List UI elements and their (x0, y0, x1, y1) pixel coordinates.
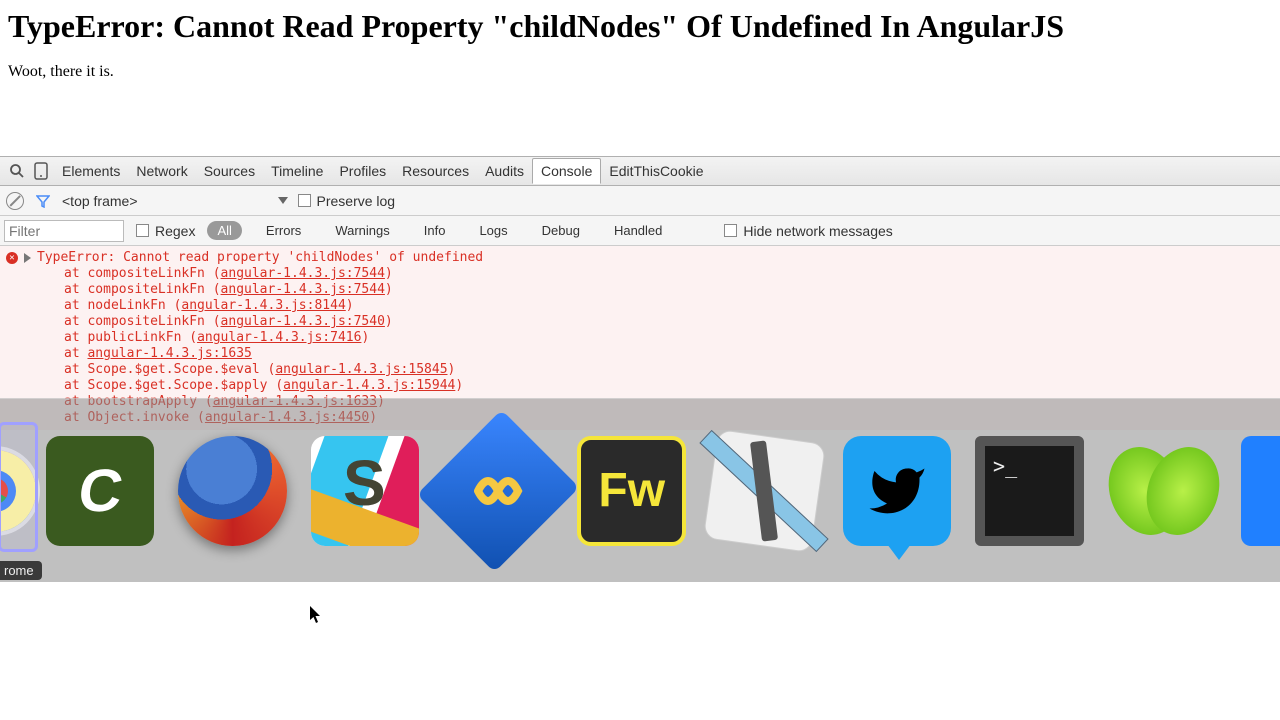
dock-app-slack[interactable]: S (311, 436, 419, 546)
stack-link[interactable]: angular-1.4.3.js:7544 (221, 282, 385, 297)
mouse-cursor (310, 606, 322, 624)
error-icon: ✕ (6, 252, 18, 264)
stack-link[interactable]: angular-1.4.3.js:8144 (181, 298, 345, 313)
clear-console-icon[interactable] (6, 192, 24, 210)
dock-app-chrome[interactable] (0, 446, 40, 536)
page-body-text: Woot, there it is. (8, 63, 1272, 81)
level-info[interactable]: Info (414, 221, 456, 240)
level-handled[interactable]: Handled (604, 221, 672, 240)
error-message: TypeError: Cannot read property 'childNo… (37, 250, 483, 266)
search-icon[interactable] (6, 160, 28, 182)
dock-app-label: rome (0, 561, 42, 580)
level-logs[interactable]: Logs (469, 221, 517, 240)
dock-app-terminal[interactable]: >_ (975, 436, 1084, 546)
device-icon[interactable] (30, 160, 52, 182)
stack-link[interactable]: angular-1.4.3.js:7544 (221, 266, 385, 281)
page-title: TypeError: Cannot Read Property "childNo… (8, 8, 1272, 45)
chevron-down-icon (278, 197, 288, 204)
tab-editthiscookie[interactable]: EditThisCookie (601, 159, 711, 183)
expand-icon[interactable] (24, 253, 31, 263)
level-errors[interactable]: Errors (256, 221, 311, 240)
stack-link[interactable]: angular-1.4.3.js:1635 (87, 346, 251, 361)
tab-timeline[interactable]: Timeline (263, 159, 331, 183)
hide-network-label: Hide network messages (743, 223, 892, 239)
tab-console[interactable]: Console (532, 158, 601, 184)
stack-link[interactable]: angular-1.4.3.js:15845 (275, 362, 447, 377)
checkbox-icon (298, 194, 311, 207)
filter-funnel-icon[interactable] (34, 192, 52, 210)
devtools-tab-bar: ElementsNetworkSourcesTimelineProfilesRe… (0, 156, 1280, 186)
checkbox-icon (724, 224, 737, 237)
tab-sources[interactable]: Sources (196, 159, 263, 183)
dock-app-camtasia[interactable]: C (46, 436, 154, 546)
level-debug[interactable]: Debug (532, 221, 590, 240)
regex-label: Regex (155, 223, 195, 239)
level-warnings[interactable]: Warnings (325, 221, 399, 240)
dock-app-limechat[interactable] (1108, 436, 1216, 546)
devtools-panel: ElementsNetworkSourcesTimelineProfilesRe… (0, 156, 1280, 430)
filter-input[interactable] (4, 220, 124, 242)
tab-network[interactable]: Network (128, 159, 195, 183)
console-toolbar-2: Regex All Errors Warnings Info Logs Debug Hand… (0, 216, 1280, 246)
dock-app-wispr[interactable] (443, 436, 553, 546)
frame-selector-label: <top frame> (62, 193, 138, 209)
stack-link[interactable]: angular-1.4.3.js:7540 (221, 314, 385, 329)
level-all[interactable]: All (207, 221, 241, 240)
stack-frame: at angular-1.4.3.js:1635 (64, 346, 1280, 362)
stack-frame: at compositeLinkFn (angular-1.4.3.js:754… (64, 266, 1280, 282)
tab-audits[interactable]: Audits (477, 159, 532, 183)
tab-elements[interactable]: Elements (54, 159, 128, 183)
stack-frame: at publicLinkFn (angular-1.4.3.js:7416) (64, 330, 1280, 346)
dock-app-firefox[interactable] (178, 436, 286, 546)
tab-profiles[interactable]: Profiles (331, 159, 394, 183)
stack-link[interactable]: angular-1.4.3.js:15944 (283, 378, 455, 393)
stack-frame: at Scope.$get.Scope.$eval (angular-1.4.3… (64, 362, 1280, 378)
stack-link[interactable]: angular-1.4.3.js:7416 (197, 330, 361, 345)
tab-resources[interactable]: Resources (394, 159, 477, 183)
stack-frame: at compositeLinkFn (angular-1.4.3.js:754… (64, 314, 1280, 330)
dock-app-partial[interactable] (1241, 436, 1280, 546)
regex-toggle[interactable]: Regex (136, 223, 195, 239)
stack-frame: at compositeLinkFn (angular-1.4.3.js:754… (64, 282, 1280, 298)
hide-network-toggle[interactable]: Hide network messages (724, 223, 892, 239)
dock-app-fireworks[interactable]: Fw (577, 436, 686, 546)
macos-dock: C S Fw >_ (0, 398, 1280, 582)
dock-app-xcode[interactable] (703, 428, 826, 552)
stack-frame: at nodeLinkFn (angular-1.4.3.js:8144) (64, 298, 1280, 314)
preserve-log-toggle[interactable]: Preserve log (298, 193, 396, 209)
checkbox-icon (136, 224, 149, 237)
frame-selector[interactable]: <top frame> (62, 193, 288, 209)
console-toolbar-1: <top frame> Preserve log (0, 186, 1280, 216)
preserve-log-label: Preserve log (317, 193, 396, 209)
stack-frame: at Scope.$get.Scope.$apply (angular-1.4.… (64, 378, 1280, 394)
dock-app-twitter[interactable] (843, 436, 951, 546)
